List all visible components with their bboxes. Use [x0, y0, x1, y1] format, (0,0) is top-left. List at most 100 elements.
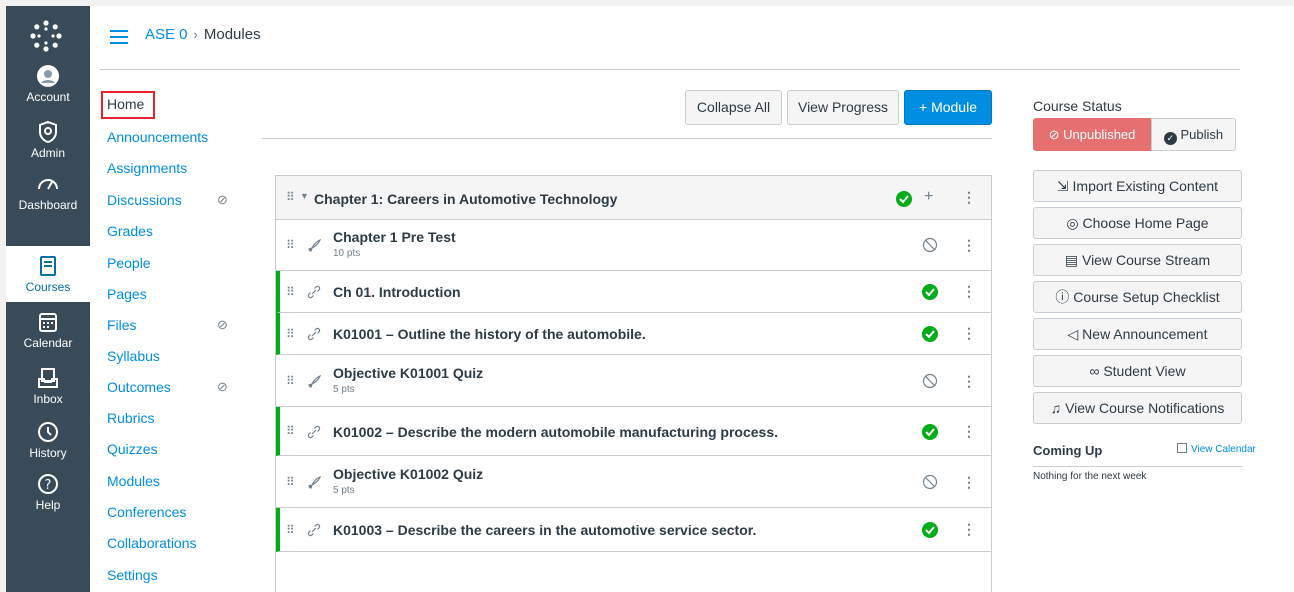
module-item-title[interactable]: Ch 01. Introduction — [333, 284, 461, 300]
published-check-icon[interactable] — [896, 191, 912, 207]
view-course-stream-button[interactable]: ▤ View Course Stream — [1033, 244, 1242, 276]
global-nav-label: Calendar — [23, 336, 73, 350]
module-item-title[interactable]: K01002 – Describe the modern automobile … — [333, 424, 778, 440]
published-check-icon[interactable] — [922, 522, 938, 538]
megaphone-icon: ◁ — [1067, 326, 1079, 342]
view-notifications-button[interactable]: ♫ View Course Notifications — [1033, 392, 1242, 424]
drag-handle-icon[interactable]: ⠿ — [286, 285, 295, 299]
global-nav-label: History — [29, 446, 67, 460]
book-icon — [40, 256, 56, 276]
global-nav-calendar[interactable]: Calendar — [6, 310, 90, 350]
drag-handle-icon[interactable]: ⠿ — [286, 424, 295, 438]
button-label: View Course Stream — [1081, 252, 1211, 268]
published-check-icon[interactable] — [922, 326, 938, 342]
module-item[interactable]: ⠿ Objective K01001 Quiz 5 pts ⋮ — [276, 355, 991, 407]
course-nav-outcomes[interactable]: Outcomes — [107, 379, 171, 395]
hidden-eye-icon: ⊘ — [217, 317, 228, 332]
kebab-menu-icon[interactable]: ⋮ — [962, 373, 976, 390]
module-item-title[interactable]: Objective K01001 Quiz — [333, 365, 483, 381]
help-circle-icon: ⓘ — [1055, 289, 1070, 305]
add-module-button[interactable]: + Module — [904, 90, 992, 125]
global-nav-admin[interactable]: Admin — [6, 120, 90, 160]
canvas-logo-icon[interactable] — [28, 18, 64, 54]
course-nav-people[interactable]: People — [107, 255, 151, 271]
module-header[interactable]: ⠿ ▼ Chapter 1: Careers in Automotive Tec… — [276, 176, 991, 220]
course-nav-collaborations[interactable]: Collaborations — [107, 535, 197, 551]
drag-handle-icon[interactable]: ⠿ — [286, 475, 295, 489]
published-check-icon[interactable] — [922, 424, 938, 440]
kebab-menu-icon[interactable]: ⋮ — [962, 423, 976, 440]
global-nav-inbox[interactable]: Inbox — [6, 366, 90, 406]
link-icon — [307, 425, 321, 439]
published-check-icon[interactable] — [922, 284, 938, 300]
course-nav-assignments[interactable]: Assignments — [107, 160, 187, 176]
module-item[interactable]: ⠿ Objective K01002 Quiz 5 pts ⋮ — [276, 456, 991, 508]
course-nav-announcements[interactable]: Announcements — [107, 129, 208, 145]
module-item-points: 5 pts — [333, 384, 355, 395]
breadcrumb-course-link[interactable]: ASE 0 — [145, 26, 188, 43]
module-item[interactable]: ⠿ Ch 01. Introduction ⋮ — [276, 271, 991, 313]
module-item[interactable]: ⠿ K01003 – Describe the careers in the a… — [276, 508, 991, 552]
module-item[interactable]: ⠿ Chapter 1 Pre Test 10 pts ⋮ — [276, 220, 991, 271]
course-nav-quizzes[interactable]: Quizzes — [107, 441, 158, 457]
drag-handle-icon[interactable]: ⠿ — [286, 238, 295, 252]
course-nav-grades[interactable]: Grades — [107, 223, 153, 239]
course-nav-discussions[interactable]: Discussions — [107, 192, 182, 208]
add-item-icon[interactable]: + — [924, 188, 933, 206]
course-nav-rubrics[interactable]: Rubrics — [107, 410, 154, 426]
global-nav-account[interactable]: Account — [6, 64, 90, 104]
clock-icon — [38, 422, 58, 442]
collapse-all-button[interactable]: Collapse All — [685, 90, 782, 125]
kebab-menu-icon[interactable]: ⋮ — [962, 283, 976, 300]
drag-handle-icon[interactable]: ⠿ — [286, 190, 295, 204]
course-setup-checklist-button[interactable]: ⓘ Course Setup Checklist — [1033, 281, 1242, 313]
unpublished-button[interactable]: ⊘ Unpublished — [1033, 118, 1151, 151]
unpublished-icon[interactable] — [922, 373, 938, 389]
check-circle-icon: ✓ — [1163, 132, 1177, 145]
breadcrumb-separator: › — [193, 27, 198, 42]
view-progress-button[interactable]: View Progress — [787, 90, 899, 125]
course-nav-pages[interactable]: Pages — [107, 286, 147, 302]
drag-handle-icon[interactable]: ⠿ — [286, 374, 295, 388]
global-nav-history[interactable]: History — [6, 420, 90, 460]
global-nav-dashboard[interactable]: Dashboard — [6, 172, 90, 212]
global-nav: Account Admin Dashboard Courses Calendar… — [6, 6, 90, 592]
course-nav-files[interactable]: Files — [107, 317, 137, 333]
hamburger-menu-button[interactable] — [110, 30, 128, 44]
new-announcement-button[interactable]: ◁ New Announcement — [1033, 318, 1242, 350]
kebab-menu-icon[interactable]: ⋮ — [962, 237, 976, 254]
module-item-title[interactable]: Objective K01002 Quiz — [333, 466, 483, 482]
kebab-menu-icon[interactable]: ⋮ — [962, 474, 976, 491]
course-nav-conferences[interactable]: Conferences — [107, 504, 186, 520]
import-content-button[interactable]: ⇲ Import Existing Content — [1033, 170, 1242, 202]
unpublished-icon[interactable] — [922, 474, 938, 490]
link-icon — [307, 523, 321, 537]
drag-handle-icon[interactable]: ⠿ — [286, 327, 295, 341]
kebab-menu-icon[interactable]: ⋮ — [962, 325, 976, 342]
view-calendar-link[interactable]: View Calendar — [1177, 443, 1256, 455]
global-nav-courses[interactable]: Courses — [6, 246, 90, 302]
publish-button[interactable]: ✓ Publish — [1151, 118, 1236, 151]
module-item-title[interactable]: K01001 – Outline the history of the auto… — [333, 326, 646, 342]
choose-home-page-button[interactable]: ◎ Choose Home Page — [1033, 207, 1242, 239]
module-item[interactable]: ⠿ K01001 – Outline the history of the au… — [276, 313, 991, 355]
course-nav-modules[interactable]: Modules — [107, 473, 160, 489]
module-item-title[interactable]: Chapter 1 Pre Test — [333, 229, 456, 245]
module-item-points: 5 pts — [333, 485, 355, 496]
collapse-caret-icon[interactable]: ▼ — [300, 191, 309, 201]
unpublished-icon[interactable] — [922, 237, 938, 253]
student-view-button[interactable]: ∞ Student View — [1033, 355, 1242, 387]
calendar-icon — [39, 313, 57, 332]
kebab-menu-icon[interactable]: ⋮ — [962, 189, 976, 206]
coming-up-title: Coming Up — [1033, 443, 1103, 458]
link-icon — [307, 285, 321, 299]
kebab-menu-icon[interactable]: ⋮ — [962, 521, 976, 538]
module-item[interactable]: ⠿ K01002 – Describe the modern automobil… — [276, 407, 991, 456]
course-nav-home[interactable]: Home — [101, 91, 155, 119]
course-nav-syllabus[interactable]: Syllabus — [107, 348, 160, 364]
drag-handle-icon[interactable]: ⠿ — [286, 523, 295, 537]
course-nav-settings[interactable]: Settings — [107, 567, 158, 583]
global-nav-label: Admin — [30, 146, 65, 160]
module-item-title[interactable]: K01003 – Describe the careers in the aut… — [333, 522, 756, 538]
global-nav-help[interactable]: ? Help — [6, 472, 90, 512]
